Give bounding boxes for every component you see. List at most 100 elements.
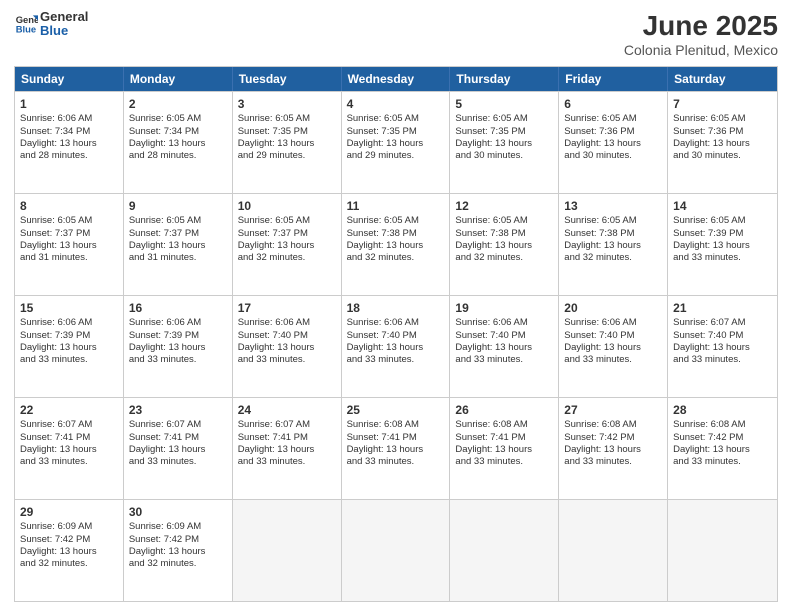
cell-day-number: 21 (673, 300, 772, 316)
cell-info: Sunrise: 6:06 AM Sunset: 7:40 PM Dayligh… (347, 317, 445, 366)
calendar-cell (450, 500, 559, 601)
header-thursday: Thursday (450, 67, 559, 91)
cell-day-number: 16 (129, 300, 227, 316)
cell-day-number: 20 (564, 300, 662, 316)
calendar-cell: 28Sunrise: 6:08 AM Sunset: 7:42 PM Dayli… (668, 398, 777, 499)
cell-day-number: 29 (20, 504, 118, 520)
calendar-cell (668, 500, 777, 601)
calendar-cell: 26Sunrise: 6:08 AM Sunset: 7:41 PM Dayli… (450, 398, 559, 499)
cell-info: Sunrise: 6:08 AM Sunset: 7:42 PM Dayligh… (673, 419, 772, 468)
logo-text: General Blue (40, 10, 88, 39)
cell-info: Sunrise: 6:06 AM Sunset: 7:40 PM Dayligh… (238, 317, 336, 366)
calendar-cell: 14Sunrise: 6:05 AM Sunset: 7:39 PM Dayli… (668, 194, 777, 295)
calendar-cell: 20Sunrise: 6:06 AM Sunset: 7:40 PM Dayli… (559, 296, 668, 397)
cell-info: Sunrise: 6:06 AM Sunset: 7:40 PM Dayligh… (564, 317, 662, 366)
cell-day-number: 7 (673, 96, 772, 112)
cell-info: Sunrise: 6:06 AM Sunset: 7:39 PM Dayligh… (20, 317, 118, 366)
header: General Blue General Blue June 2025 Colo… (14, 10, 778, 58)
cell-day-number: 11 (347, 198, 445, 214)
calendar-cell: 16Sunrise: 6:06 AM Sunset: 7:39 PM Dayli… (124, 296, 233, 397)
cell-info: Sunrise: 6:08 AM Sunset: 7:42 PM Dayligh… (564, 419, 662, 468)
calendar-cell: 29Sunrise: 6:09 AM Sunset: 7:42 PM Dayli… (15, 500, 124, 601)
cell-day-number: 1 (20, 96, 118, 112)
calendar-cell: 15Sunrise: 6:06 AM Sunset: 7:39 PM Dayli… (15, 296, 124, 397)
cell-info: Sunrise: 6:05 AM Sunset: 7:36 PM Dayligh… (564, 113, 662, 162)
cell-day-number: 18 (347, 300, 445, 316)
page-subtitle: Colonia Plenitud, Mexico (624, 42, 778, 58)
calendar-cell (559, 500, 668, 601)
svg-text:Blue: Blue (16, 24, 36, 35)
calendar-cell: 22Sunrise: 6:07 AM Sunset: 7:41 PM Dayli… (15, 398, 124, 499)
header-sunday: Sunday (15, 67, 124, 91)
calendar-cell: 18Sunrise: 6:06 AM Sunset: 7:40 PM Dayli… (342, 296, 451, 397)
calendar-cell: 1Sunrise: 6:06 AM Sunset: 7:34 PM Daylig… (15, 92, 124, 193)
cell-day-number: 9 (129, 198, 227, 214)
calendar-cell: 10Sunrise: 6:05 AM Sunset: 7:37 PM Dayli… (233, 194, 342, 295)
calendar-body: 1Sunrise: 6:06 AM Sunset: 7:34 PM Daylig… (15, 91, 777, 601)
calendar-cell: 8Sunrise: 6:05 AM Sunset: 7:37 PM Daylig… (15, 194, 124, 295)
cell-info: Sunrise: 6:05 AM Sunset: 7:37 PM Dayligh… (238, 215, 336, 264)
cell-info: Sunrise: 6:05 AM Sunset: 7:36 PM Dayligh… (673, 113, 772, 162)
cell-day-number: 15 (20, 300, 118, 316)
header-tuesday: Tuesday (233, 67, 342, 91)
calendar-cell: 6Sunrise: 6:05 AM Sunset: 7:36 PM Daylig… (559, 92, 668, 193)
calendar-row-2: 8Sunrise: 6:05 AM Sunset: 7:37 PM Daylig… (15, 193, 777, 295)
cell-day-number: 19 (455, 300, 553, 316)
calendar-cell: 2Sunrise: 6:05 AM Sunset: 7:34 PM Daylig… (124, 92, 233, 193)
calendar-cell: 24Sunrise: 6:07 AM Sunset: 7:41 PM Dayli… (233, 398, 342, 499)
cell-info: Sunrise: 6:07 AM Sunset: 7:40 PM Dayligh… (673, 317, 772, 366)
title-block: June 2025 Colonia Plenitud, Mexico (624, 10, 778, 58)
cell-info: Sunrise: 6:05 AM Sunset: 7:35 PM Dayligh… (347, 113, 445, 162)
cell-day-number: 27 (564, 402, 662, 418)
cell-info: Sunrise: 6:05 AM Sunset: 7:35 PM Dayligh… (455, 113, 553, 162)
cell-info: Sunrise: 6:05 AM Sunset: 7:38 PM Dayligh… (347, 215, 445, 264)
cell-info: Sunrise: 6:05 AM Sunset: 7:37 PM Dayligh… (20, 215, 118, 264)
cell-day-number: 3 (238, 96, 336, 112)
calendar-cell: 30Sunrise: 6:09 AM Sunset: 7:42 PM Dayli… (124, 500, 233, 601)
calendar-cell: 13Sunrise: 6:05 AM Sunset: 7:38 PM Dayli… (559, 194, 668, 295)
cell-day-number: 22 (20, 402, 118, 418)
cell-day-number: 24 (238, 402, 336, 418)
calendar-cell: 12Sunrise: 6:05 AM Sunset: 7:38 PM Dayli… (450, 194, 559, 295)
calendar-cell: 9Sunrise: 6:05 AM Sunset: 7:37 PM Daylig… (124, 194, 233, 295)
cell-info: Sunrise: 6:06 AM Sunset: 7:39 PM Dayligh… (129, 317, 227, 366)
calendar-header: Sunday Monday Tuesday Wednesday Thursday… (15, 67, 777, 91)
cell-info: Sunrise: 6:05 AM Sunset: 7:34 PM Dayligh… (129, 113, 227, 162)
calendar-row-5: 29Sunrise: 6:09 AM Sunset: 7:42 PM Dayli… (15, 499, 777, 601)
cell-info: Sunrise: 6:08 AM Sunset: 7:41 PM Dayligh… (347, 419, 445, 468)
cell-day-number: 2 (129, 96, 227, 112)
calendar-cell: 27Sunrise: 6:08 AM Sunset: 7:42 PM Dayli… (559, 398, 668, 499)
calendar-cell: 7Sunrise: 6:05 AM Sunset: 7:36 PM Daylig… (668, 92, 777, 193)
calendar-cell (233, 500, 342, 601)
cell-info: Sunrise: 6:05 AM Sunset: 7:37 PM Dayligh… (129, 215, 227, 264)
calendar-row-1: 1Sunrise: 6:06 AM Sunset: 7:34 PM Daylig… (15, 91, 777, 193)
cell-day-number: 6 (564, 96, 662, 112)
cell-info: Sunrise: 6:09 AM Sunset: 7:42 PM Dayligh… (20, 521, 118, 570)
calendar-cell: 17Sunrise: 6:06 AM Sunset: 7:40 PM Dayli… (233, 296, 342, 397)
calendar-row-3: 15Sunrise: 6:06 AM Sunset: 7:39 PM Dayli… (15, 295, 777, 397)
logo-icon: General Blue (14, 12, 38, 36)
calendar-cell: 19Sunrise: 6:06 AM Sunset: 7:40 PM Dayli… (450, 296, 559, 397)
page: General Blue General Blue June 2025 Colo… (0, 0, 792, 612)
cell-info: Sunrise: 6:05 AM Sunset: 7:35 PM Dayligh… (238, 113, 336, 162)
cell-info: Sunrise: 6:09 AM Sunset: 7:42 PM Dayligh… (129, 521, 227, 570)
cell-day-number: 4 (347, 96, 445, 112)
cell-info: Sunrise: 6:05 AM Sunset: 7:39 PM Dayligh… (673, 215, 772, 264)
cell-day-number: 23 (129, 402, 227, 418)
calendar-cell: 25Sunrise: 6:08 AM Sunset: 7:41 PM Dayli… (342, 398, 451, 499)
cell-day-number: 26 (455, 402, 553, 418)
cell-day-number: 5 (455, 96, 553, 112)
cell-day-number: 30 (129, 504, 227, 520)
cell-info: Sunrise: 6:06 AM Sunset: 7:34 PM Dayligh… (20, 113, 118, 162)
cell-info: Sunrise: 6:07 AM Sunset: 7:41 PM Dayligh… (238, 419, 336, 468)
header-friday: Friday (559, 67, 668, 91)
calendar-row-4: 22Sunrise: 6:07 AM Sunset: 7:41 PM Dayli… (15, 397, 777, 499)
cell-info: Sunrise: 6:08 AM Sunset: 7:41 PM Dayligh… (455, 419, 553, 468)
cell-info: Sunrise: 6:05 AM Sunset: 7:38 PM Dayligh… (455, 215, 553, 264)
cell-day-number: 14 (673, 198, 772, 214)
cell-day-number: 28 (673, 402, 772, 418)
cell-day-number: 12 (455, 198, 553, 214)
calendar-cell: 21Sunrise: 6:07 AM Sunset: 7:40 PM Dayli… (668, 296, 777, 397)
cell-info: Sunrise: 6:07 AM Sunset: 7:41 PM Dayligh… (20, 419, 118, 468)
cell-info: Sunrise: 6:07 AM Sunset: 7:41 PM Dayligh… (129, 419, 227, 468)
